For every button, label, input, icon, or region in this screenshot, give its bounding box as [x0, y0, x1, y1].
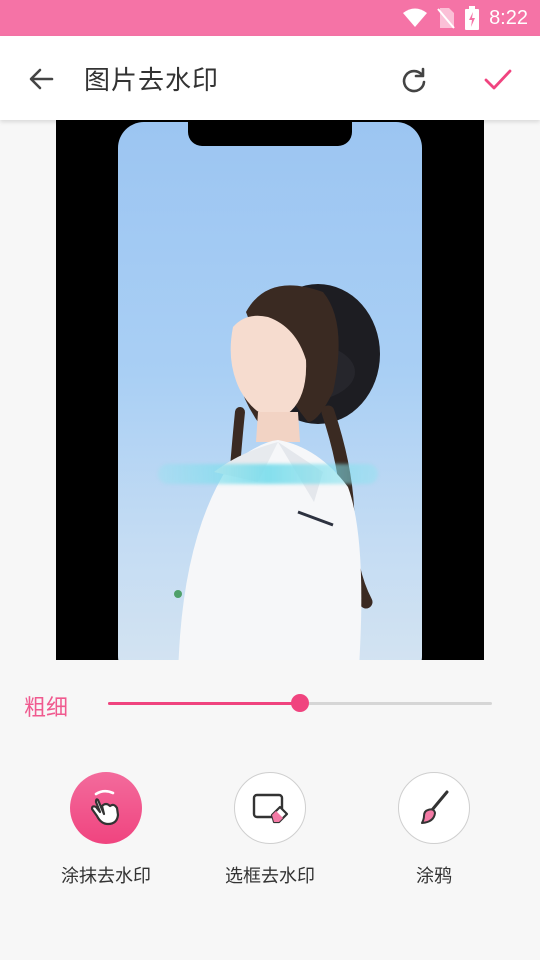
tool-panel: 粗细 涂抹去水印 选框去水印 涂鸦 [0, 660, 540, 960]
status-time: 8:22 [489, 6, 528, 29]
tool-doodle-button[interactable] [398, 772, 470, 844]
wifi-icon [403, 8, 428, 27]
tool-label: 涂鸦 [416, 866, 452, 887]
phone-notch [188, 122, 352, 146]
check-icon [484, 69, 512, 90]
app-bar: 图片去水印 [0, 36, 540, 120]
tool-doodle[interactable]: 涂鸦 [354, 772, 514, 888]
tool-smear-button[interactable] [70, 772, 142, 844]
tool-smear-remove[interactable]: 涂抹去水印 [26, 772, 186, 888]
slider-thumb[interactable] [291, 694, 309, 712]
brush-size-label: 粗细 [24, 696, 69, 721]
confirm-button[interactable] [476, 58, 520, 102]
no-sim-icon [437, 8, 455, 29]
watermark-overlay [158, 464, 378, 484]
refresh-button[interactable] [392, 58, 436, 102]
select-box-eraser-icon [252, 793, 289, 824]
arrow-left-icon [29, 68, 54, 90]
photo-illustration [174, 284, 380, 660]
page-title: 图片去水印 [84, 66, 220, 96]
back-button[interactable] [20, 58, 62, 100]
tool-box-remove[interactable]: 选框去水印 [190, 772, 350, 888]
tool-box-button[interactable] [234, 772, 306, 844]
brush-icon [421, 790, 449, 824]
refresh-icon [402, 67, 426, 93]
image-canvas[interactable] [56, 120, 484, 660]
tool-label: 涂抹去水印 [61, 866, 151, 887]
battery-charging-icon [465, 6, 480, 30]
hand-smear-icon [90, 789, 120, 826]
slider-fill [108, 702, 300, 705]
tool-label: 选框去水印 [225, 866, 315, 887]
photo-image [118, 122, 422, 660]
status-icons: 8:22 [403, 0, 528, 36]
status-bar: 8:22 [0, 0, 540, 36]
brush-size-slider[interactable] [108, 694, 492, 712]
